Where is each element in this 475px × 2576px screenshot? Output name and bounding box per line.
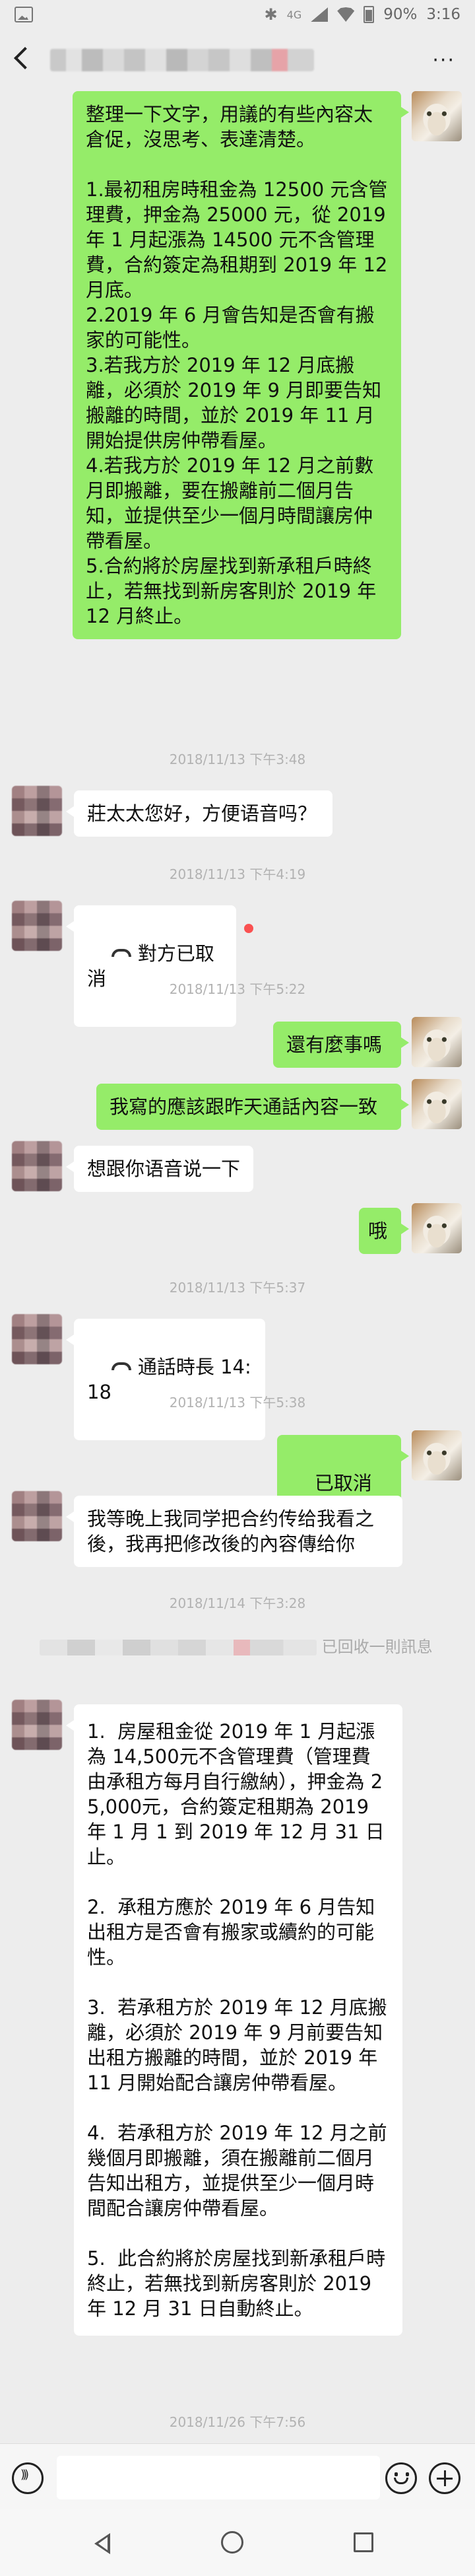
plus-icon[interactable] [429, 2462, 460, 2494]
timestamp: 2018/11/26 下午7:56 [169, 2414, 306, 2430]
status-icons: ✱ 4G 90% 3:16 [265, 5, 460, 24]
call-bubble[interactable]: 對方已取消 [66, 905, 236, 1027]
battery-icon [364, 6, 375, 23]
avatar[interactable] [412, 1430, 462, 1480]
input-bar [0, 2443, 475, 2510]
timestamp: 2018/11/13 下午5:22 [169, 981, 306, 997]
timestamp: 2018/11/13 下午4:19 [169, 866, 306, 882]
message-bubble[interactable]: 整理一下文字，用議的有些內容太倉促，沒思考、表達清楚。 1.最初租房時租金為 1… [73, 91, 409, 639]
bluetooth-icon: ✱ [264, 5, 278, 24]
message-bubble[interactable]: 還有麼事嗎 [273, 1022, 409, 1068]
gallery-notification-icon [15, 7, 33, 22]
chat-header: ··· [0, 33, 475, 87]
message-input[interactable] [57, 2456, 380, 2499]
message-bubble[interactable]: 我寫的應該跟昨天通話內容一致 [96, 1084, 409, 1130]
avatar[interactable] [12, 1700, 62, 1750]
nav-home-icon[interactable] [221, 2531, 243, 2554]
timestamp: 2018/11/13 下午5:37 [169, 1280, 306, 1296]
battery-percent: 90% [383, 6, 418, 23]
nav-back-icon[interactable] [92, 2532, 110, 2555]
clock: 3:16 [426, 6, 460, 23]
navigation-bar [0, 2509, 475, 2576]
chat-title [50, 49, 314, 71]
network-type: 4G [286, 8, 302, 21]
avatar[interactable] [12, 1314, 62, 1364]
recall-notice: 已回收一則訊息 [40, 1635, 449, 1659]
call-status: 已取消 [314, 1472, 372, 1494]
status-bar: ✱ 4G 90% 3:16 [0, 0, 475, 33]
message-bubble[interactable]: 想跟你语音说一下 [66, 1146, 253, 1192]
avatar[interactable] [12, 786, 62, 836]
avatar[interactable] [12, 1491, 62, 1541]
avatar[interactable] [12, 1141, 62, 1191]
message-bubble[interactable]: 莊太太您好，方便语音吗？ [66, 790, 332, 837]
message-bubble[interactable]: 1. 房屋租金從 2019 年 1 月起漲為 14,500元不含管理費（管理費由… [66, 1704, 402, 2336]
avatar[interactable] [412, 1203, 462, 1253]
recall-sender [40, 1640, 317, 1655]
chevron-left-icon[interactable] [14, 47, 36, 69]
wifi-icon [337, 7, 355, 22]
unread-dot [244, 924, 253, 933]
phone-icon [111, 1362, 131, 1370]
avatar[interactable] [412, 91, 462, 141]
recall-text: 已回收一則訊息 [321, 1638, 433, 1656]
phone-icon [111, 949, 131, 957]
avatar[interactable] [412, 1017, 462, 1067]
voice-icon[interactable] [12, 2462, 44, 2494]
call-bubble[interactable]: 通話時長 14:18 [66, 1319, 265, 1440]
avatar[interactable] [12, 901, 62, 951]
signal-icon [311, 7, 329, 22]
message-bubble[interactable]: 哦 [359, 1208, 409, 1254]
avatar[interactable] [412, 1079, 462, 1129]
timestamp: 2018/11/13 下午3:48 [169, 751, 306, 767]
timestamp: 2018/11/14 下午3:28 [169, 1595, 306, 1611]
emoji-icon[interactable] [385, 2462, 417, 2494]
message-bubble[interactable]: 我等晚上我同学把合约传给我看之後，我再把修改後的內容傳给你 [66, 1496, 402, 1567]
more-dots-icon[interactable]: ··· [432, 51, 455, 71]
timestamp: 2018/11/13 下午5:38 [169, 1395, 306, 1410]
nav-recent-icon[interactable] [354, 2532, 373, 2552]
